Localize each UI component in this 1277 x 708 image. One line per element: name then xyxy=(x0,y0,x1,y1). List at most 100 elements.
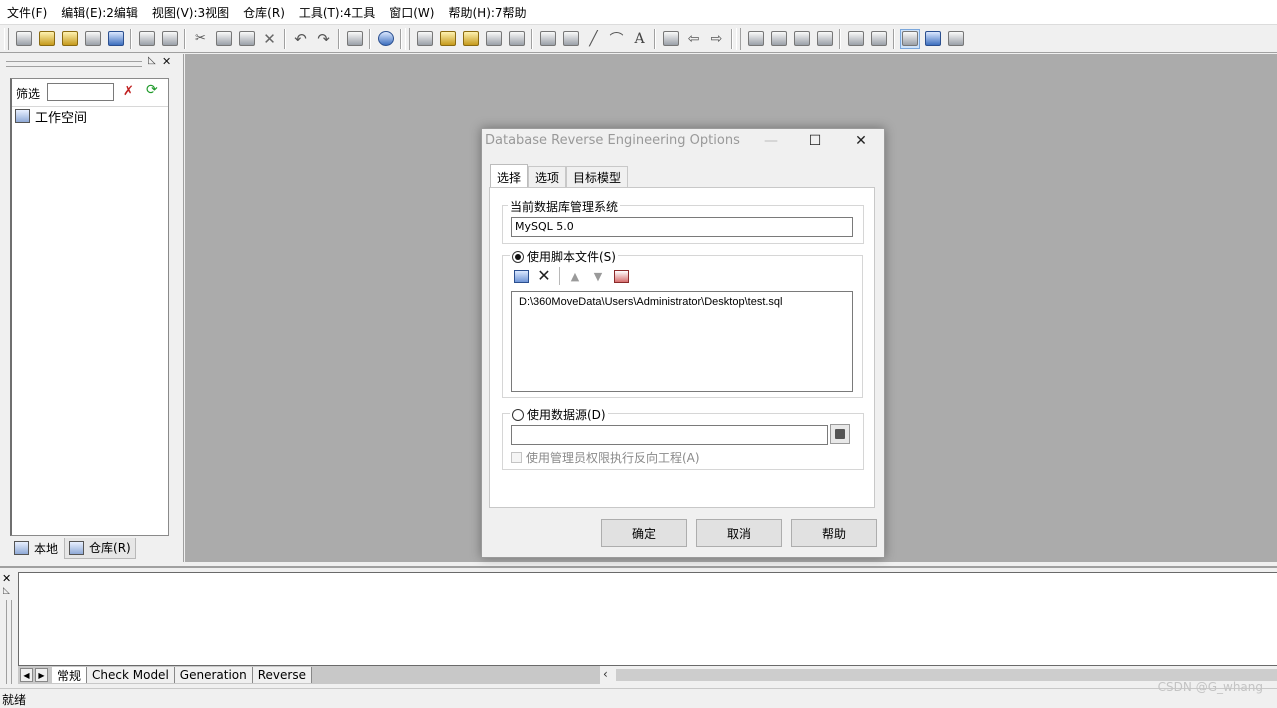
script-file-list[interactable]: D:\360MoveData\Users\Administrator\Deskt… xyxy=(511,291,853,392)
save-icon[interactable] xyxy=(83,29,103,49)
cut-icon[interactable]: ✂ xyxy=(191,29,211,49)
layout-1-icon[interactable] xyxy=(746,29,766,49)
tab-local[interactable]: 本地 xyxy=(10,538,63,558)
menu-help[interactable]: 帮助(H):7帮助 xyxy=(441,4,533,21)
menu-repository[interactable]: 仓库(R) xyxy=(236,4,292,21)
use-datasource-radio[interactable]: 使用数据源(D) xyxy=(510,406,608,423)
dialog-maximize-icon[interactable]: ☐ xyxy=(793,130,837,152)
browser-panel-titlebar[interactable]: ◺ ✕ xyxy=(6,55,174,70)
output-close-icon[interactable]: ✕ xyxy=(2,572,11,585)
toolbar-separator xyxy=(893,28,895,49)
save-all-icon[interactable] xyxy=(106,29,126,49)
admin-checkbox-label: 使用管理员权限执行反向工程(A) xyxy=(526,451,700,465)
dbms-group-label: 当前数据库管理系统 xyxy=(508,198,621,215)
tab-general[interactable]: 常规 xyxy=(52,667,88,683)
paste-icon[interactable] xyxy=(237,29,257,49)
browser-tree-area[interactable] xyxy=(10,78,169,536)
layout-6-icon[interactable] xyxy=(869,29,889,49)
move-up-icon[interactable]: ▲ xyxy=(567,268,583,284)
radio-indicator xyxy=(512,408,524,421)
output-toggle-icon[interactable] xyxy=(923,29,943,49)
scroll-left-icon[interactable]: ‹ xyxy=(603,667,608,681)
tree-item-workspace[interactable]: 工作空间 xyxy=(15,108,88,126)
align-icon[interactable] xyxy=(661,29,681,49)
admin-checkbox[interactable]: 使用管理员权限执行反向工程(A) xyxy=(511,449,700,466)
remove-icon[interactable]: ✕ xyxy=(536,266,552,285)
tab-options[interactable]: 选项 xyxy=(528,166,567,188)
tab-repository[interactable]: 仓库(R) xyxy=(64,537,136,559)
table-icon[interactable] xyxy=(415,29,435,49)
panel-close-icon[interactable]: ✕ xyxy=(162,55,171,68)
redo-icon[interactable]: ↷ xyxy=(314,29,334,49)
cancel-button[interactable]: 取消 xyxy=(696,519,782,547)
datasource-field[interactable] xyxy=(511,425,828,445)
open-icon[interactable] xyxy=(60,29,80,49)
toolbar-grip[interactable] xyxy=(736,27,741,50)
browser-toggle-icon[interactable] xyxy=(899,28,920,49)
ok-button[interactable]: 确定 xyxy=(601,519,687,547)
layout-3-icon[interactable] xyxy=(792,29,812,49)
shape-icon[interactable] xyxy=(538,29,558,49)
output-text-area[interactable] xyxy=(18,572,1277,666)
tab-generation[interactable]: Generation xyxy=(174,667,253,683)
help-button[interactable]: 帮助 xyxy=(791,519,877,547)
layout-5-icon[interactable] xyxy=(846,29,866,49)
print-preview-icon[interactable] xyxy=(137,29,157,49)
add-file-icon[interactable] xyxy=(513,268,529,284)
tab-target-models[interactable]: 目标模型 xyxy=(566,166,629,188)
move-down-icon[interactable]: ▼ xyxy=(590,268,606,284)
tab-reverse[interactable]: Reverse xyxy=(252,667,312,683)
menu-window[interactable]: 窗口(W) xyxy=(382,4,441,21)
filter-input[interactable] xyxy=(47,83,114,101)
dbms-value: MySQL 5.0 xyxy=(515,220,574,233)
toolbar-separator xyxy=(654,28,656,49)
menu-view[interactable]: 视图(V):3视图 xyxy=(145,4,236,21)
open-project-icon[interactable] xyxy=(37,29,57,49)
undo-icon[interactable]: ↶ xyxy=(291,29,311,49)
toolbar: ✂ ✕ ↶ ↷ ╱ ⌒ A ⇦ ⇨ xyxy=(0,25,1277,53)
menu-file[interactable]: 文件(F) xyxy=(0,4,54,21)
filter-clear-icon[interactable]: ✗ xyxy=(123,84,134,99)
tab-scroll-left-icon[interactable]: ◀ xyxy=(20,668,33,682)
arc-icon[interactable]: ⌒ xyxy=(607,29,627,49)
globe-icon[interactable] xyxy=(376,29,396,49)
refresh-icon[interactable]: ⟳ xyxy=(146,82,158,98)
result-list-icon[interactable] xyxy=(946,29,966,49)
dialog-close-icon[interactable]: ✕ xyxy=(839,130,883,152)
toolbar-grip[interactable] xyxy=(405,27,410,50)
print-icon[interactable] xyxy=(160,29,180,49)
tab-selection[interactable]: 选择 xyxy=(490,164,529,189)
tab-scroll-right-icon[interactable]: ▶ xyxy=(35,668,48,682)
frame-icon[interactable] xyxy=(561,29,581,49)
output-pane-grip[interactable] xyxy=(6,600,12,684)
tree-item-label: 工作空间 xyxy=(35,110,88,126)
arrow-left-icon[interactable]: ⇦ xyxy=(684,29,704,49)
browse-datasource-button[interactable] xyxy=(830,424,850,444)
delete-icon[interactable]: ✕ xyxy=(260,29,280,49)
layout-4-icon[interactable] xyxy=(815,29,835,49)
panel-maximize-icon[interactable]: ◺ xyxy=(148,55,156,66)
toolbar-grip[interactable] xyxy=(4,27,9,50)
properties-icon[interactable] xyxy=(345,29,365,49)
layout-2-icon[interactable] xyxy=(769,29,789,49)
reference-icon[interactable] xyxy=(461,29,481,49)
file-icon[interactable] xyxy=(507,29,527,49)
view-icon[interactable] xyxy=(484,29,504,49)
toolbar-separator xyxy=(284,28,286,49)
list-item[interactable]: D:\360MoveData\Users\Administrator\Deskt… xyxy=(519,296,845,308)
menu-tools[interactable]: 工具(T):4工具 xyxy=(292,4,382,21)
menu-edit[interactable]: 编辑(E):2编辑 xyxy=(54,4,145,21)
use-script-radio[interactable]: 使用脚本文件(S) xyxy=(510,248,618,265)
filter-label: 筛选 xyxy=(16,87,41,101)
text-icon[interactable]: A xyxy=(630,29,650,49)
package-icon[interactable] xyxy=(438,29,458,49)
arrow-right-icon[interactable]: ⇨ xyxy=(707,29,727,49)
output-restore-icon[interactable]: ◺ xyxy=(3,586,10,596)
copy-icon[interactable] xyxy=(214,29,234,49)
new-icon[interactable] xyxy=(14,29,34,49)
dialog-minimize-icon[interactable]: — xyxy=(749,130,793,152)
line-icon[interactable]: ╱ xyxy=(584,29,604,49)
local-icon xyxy=(14,541,29,555)
tab-check-model[interactable]: Check Model xyxy=(87,667,175,683)
clear-list-icon[interactable] xyxy=(613,268,629,284)
